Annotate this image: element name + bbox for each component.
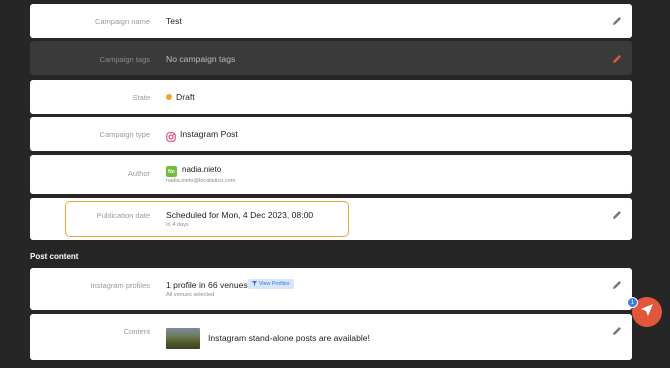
campaign-tags-row: Campaign tags No campaign tags	[30, 41, 632, 75]
instagram-profiles-row: Instagram profiles 1 profile in 66 venue…	[30, 268, 632, 310]
view-profiles-label: View Profiles	[259, 281, 290, 287]
view-profiles-button[interactable]: View Profiles	[248, 279, 294, 289]
edit-content-icon[interactable]	[611, 325, 623, 337]
state-value: Draft	[176, 92, 195, 102]
rocket-icon	[640, 303, 654, 322]
instagram-profiles-value: 1 profile in 66 venues	[166, 280, 248, 290]
notification-badge: 1	[627, 297, 638, 308]
state-row: State Draft	[30, 80, 632, 114]
filter-icon	[252, 280, 257, 288]
content-value: Instagram stand-alone posts are availabl…	[208, 333, 370, 343]
content-label: Content	[123, 327, 150, 336]
campaign-type-label: Campaign type	[99, 130, 150, 139]
edit-instagram-profiles-icon[interactable]	[611, 279, 623, 291]
instagram-profiles-label: Instagram profiles	[90, 281, 150, 290]
campaign-name-row: Campaign name Test	[30, 4, 632, 38]
state-label: State	[132, 93, 150, 102]
campaign-name-value: Test	[166, 16, 182, 26]
publication-date-highlight	[65, 201, 349, 237]
edit-campaign-tags-icon[interactable]	[611, 53, 623, 65]
instagram-icon	[166, 129, 176, 142]
campaign-type-row: Campaign type Instagram Post	[30, 117, 632, 151]
edit-campaign-name-icon[interactable]	[611, 15, 623, 27]
author-row: Author No nadia.nieto nadia.nieto@locali…	[30, 155, 632, 194]
campaign-name-label: Campaign name	[94, 17, 150, 26]
author-label: Author	[127, 169, 150, 178]
content-row: Content Instagram stand-alone posts are …	[30, 314, 632, 360]
avatar: No	[166, 166, 177, 177]
campaign-tags-value: No campaign tags	[166, 54, 236, 64]
status-dot-icon	[166, 94, 172, 100]
campaign-type-value: Instagram Post	[180, 129, 238, 139]
campaign-tags-label: Campaign tags	[99, 55, 150, 64]
post-content-title: Post content	[30, 252, 79, 261]
content-thumbnail	[166, 328, 200, 349]
author-email: nadia.nieto@localistico.com	[166, 178, 236, 184]
author-name: nadia.nieto	[182, 165, 222, 174]
instagram-profiles-sub: All venues selected	[166, 292, 215, 298]
edit-publication-date-icon[interactable]	[611, 209, 623, 221]
